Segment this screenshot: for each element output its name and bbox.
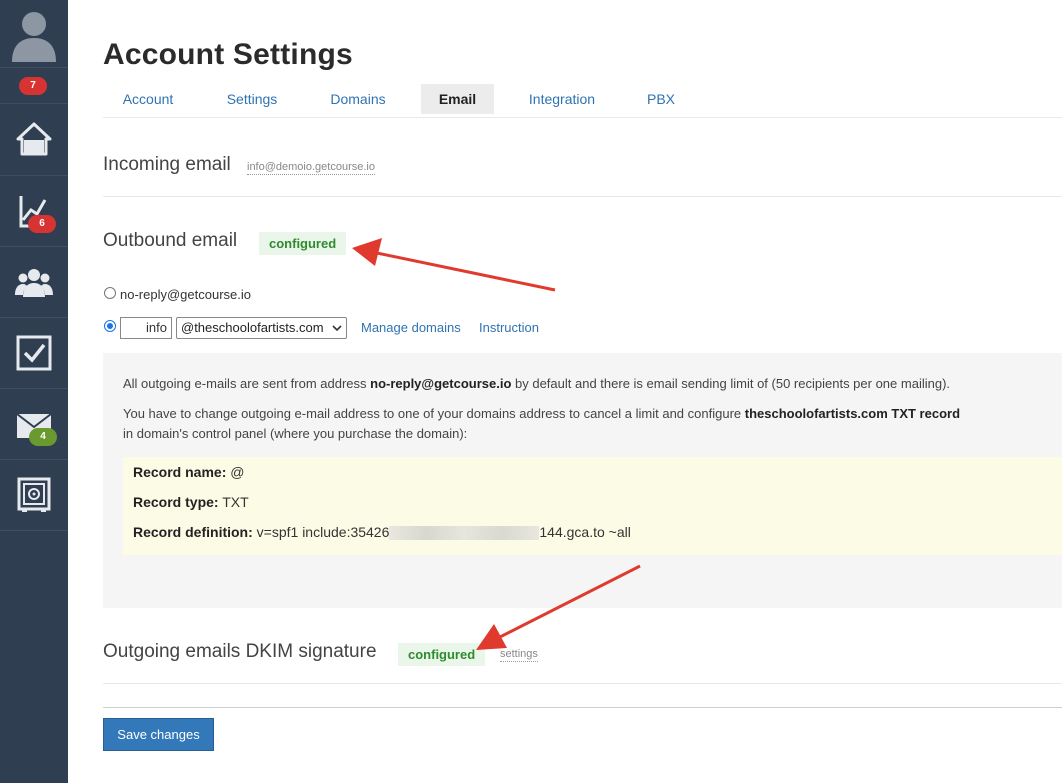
manage-domains-link[interactable]: Manage domains [361,320,461,335]
tab-pbx[interactable]: PBX [621,84,701,114]
info-line-3: in domain's control panel (where you pur… [123,426,468,441]
user-avatar[interactable] [0,0,68,68]
messages-badge: 4 [29,428,57,446]
redacted-block [389,526,540,541]
tabs-divider [103,117,1062,118]
info-line-2: You have to change outgoing e-mail addre… [123,406,961,421]
sidebar-item-messages[interactable]: 4 [0,389,68,460]
sidebar-item-analytics[interactable]: 6 [0,176,68,247]
tab-account[interactable]: Account [103,84,193,114]
sender-domain-select[interactable]: @theschoolofartists.com [176,317,347,339]
page-title: Account Settings [103,38,353,71]
radio-custom-sender[interactable] [104,320,116,332]
dkim-settings-link[interactable]: settings [500,648,538,662]
checkbox-icon [16,335,52,371]
dns-record-box: Record name: @ Record type: TXT Record d… [123,457,1062,555]
outbound-status-badge: configured [259,232,347,255]
record-definition: Record definition: v=spf1 include:35426 1… [133,524,631,541]
tab-settings[interactable]: Settings [207,84,297,114]
analytics-badge: 6 [28,215,56,233]
notifications-row[interactable]: 7 [0,68,68,104]
tab-domains[interactable]: Domains [313,84,403,114]
avatar-icon [12,12,56,62]
sidebar: 7 6 4 [0,0,68,783]
dkim-title: Outgoing emails DKIM signature [103,641,377,662]
settings-tabs: Account Settings Domains Email Integrati… [103,84,1062,114]
radio-default-sender[interactable] [104,287,116,299]
chevron-down-icon [332,325,342,332]
outbound-info-box: All outgoing e-mails are sent from addre… [103,353,1062,608]
sidebar-item-tasks[interactable] [0,318,68,389]
incoming-email-title: Incoming email [103,154,231,175]
arrow-outbound [352,238,556,292]
home-icon [16,122,52,156]
footer-divider [103,707,1062,708]
sender-local-part-input[interactable]: info [120,317,172,339]
save-changes-button[interactable]: Save changes [103,718,214,751]
record-type: Record type: TXT [133,494,249,510]
record-name: Record name: @ [133,464,245,480]
instruction-link[interactable]: Instruction [479,320,539,335]
outbound-email-title: Outbound email [103,230,238,251]
users-icon [15,269,53,297]
sidebar-item-home[interactable] [0,105,68,176]
default-sender-label: no-reply@getcourse.io [120,287,251,302]
sidebar-item-users[interactable] [0,247,68,318]
tab-email[interactable]: Email [421,84,494,114]
dkim-divider [103,683,1062,684]
sender-domain-value: @theschoolofartists.com [181,320,324,335]
sidebar-item-safe[interactable] [0,460,68,531]
safe-icon [17,477,51,512]
dkim-status-badge: configured [398,643,486,666]
incoming-email-address[interactable]: info@demoio.getcourse.io [247,161,375,175]
tab-integration[interactable]: Integration [517,84,607,114]
incoming-divider [103,196,1062,197]
info-line-1: All outgoing e-mails are sent from addre… [123,376,951,391]
notifications-badge: 7 [19,77,47,95]
